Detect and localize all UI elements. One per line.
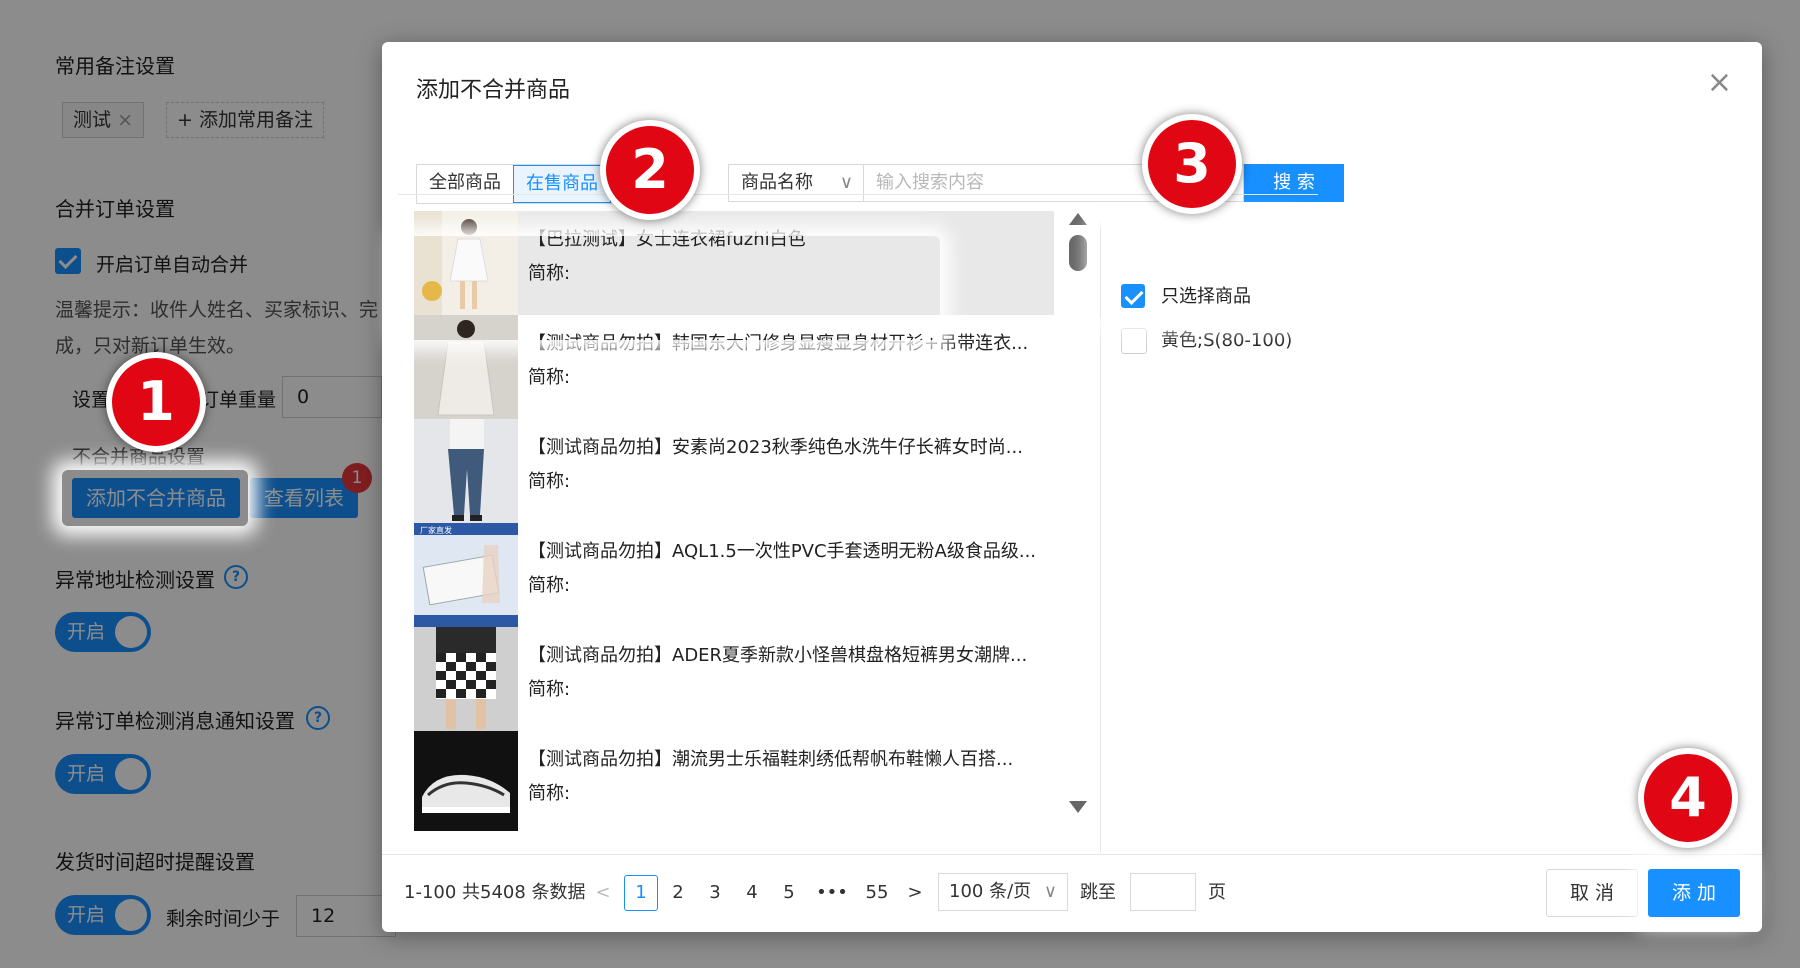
sku-label: 黄色;S(80-100) — [1161, 330, 1293, 351]
product-name: 【巴拉测试】女士连衣裙fuzhi白色 — [528, 229, 806, 250]
close-icon[interactable]: × — [1707, 68, 1732, 98]
product-row[interactable]: 【巴拉测试】女士连衣裙fuzhi白色 简称: — [414, 211, 1054, 315]
product-short-name: 简称: — [528, 471, 571, 492]
sku-checkbox-unchecked[interactable] — [1121, 328, 1147, 354]
page-1[interactable]: 1 — [624, 875, 658, 911]
product-list[interactable]: 【巴拉测试】女士连衣裙fuzhi白色 简称: 【测试商品勿拍】韩国东大门修身显瘦… — [414, 211, 1054, 831]
product-short-name: 简称: — [528, 679, 571, 700]
page-size-label: 100 条/页 — [949, 881, 1032, 902]
next-page-icon[interactable]: > — [898, 875, 932, 911]
product-name: 【测试商品勿拍】潮流男士乐福鞋刺绣低帮帆布鞋懒人百搭... — [528, 749, 1014, 770]
product-thumbnail — [414, 419, 518, 523]
product-thumbnail — [414, 627, 518, 731]
pagination-ellipsis[interactable]: ••• — [812, 875, 852, 911]
product-thumbnail — [414, 315, 518, 419]
product-short-name: 简称: — [528, 783, 571, 804]
page-2[interactable]: 2 — [661, 875, 695, 911]
sku-panel: 只选择商品 黄色;S(80-100) — [1100, 222, 1751, 852]
page-size-select[interactable]: 100 条/页 ∨ — [938, 873, 1068, 911]
scroll-up-arrow-icon[interactable] — [1069, 213, 1087, 225]
jump-page-input[interactable] — [1130, 873, 1196, 911]
thumb-banner-text: 厂家直发 — [420, 525, 452, 535]
scroll-down-arrow-icon[interactable] — [1069, 801, 1087, 813]
product-row[interactable]: 【测试商品勿拍】安素尚2023秋季纯色水洗牛仔长裤女时尚... 简称: — [414, 419, 1054, 523]
product-name: 【测试商品勿拍】安素尚2023秋季纯色水洗牛仔长裤女时尚... — [528, 437, 1023, 458]
cancel-button[interactable]: 取 消 — [1546, 869, 1638, 917]
product-row[interactable]: 【测试商品勿拍】潮流男士乐福鞋刺绣低帮帆布鞋懒人百搭... 简称: — [414, 731, 1054, 831]
product-name: 【测试商品勿拍】ADER夏季新款小怪兽棋盘格短裤男女潮牌... — [528, 645, 1028, 666]
page-last[interactable]: 55 — [860, 875, 894, 911]
product-short-name: 简称: — [528, 263, 571, 284]
product-short-name: 简称: — [528, 367, 571, 388]
pagination-summary: 1-100 共5408 条数据 — [404, 882, 586, 903]
product-thumbnail — [414, 211, 518, 315]
scrollbar-thumb[interactable] — [1069, 235, 1087, 271]
step-marker-4: 4 — [1638, 748, 1738, 848]
page-5[interactable]: 5 — [772, 875, 806, 911]
page-unit-label: 页 — [1208, 882, 1226, 903]
step-marker-2: 2 — [600, 120, 700, 220]
page-4[interactable]: 4 — [735, 875, 769, 911]
product-thumbnail: 厂家直发 — [414, 523, 518, 627]
search-type-label: 商品名称 — [741, 172, 813, 193]
product-row[interactable]: 【测试商品勿拍】韩国东大门修身显瘦显身材开衫+吊带连衣... 简称: — [414, 315, 1054, 419]
jump-label: 跳至 — [1080, 882, 1116, 903]
page-3[interactable]: 3 — [698, 875, 732, 911]
dialog-footer: 1-100 共5408 条数据 < 1 2 3 4 5 ••• 55 > 100… — [382, 854, 1762, 933]
add-button[interactable]: 添 加 — [1648, 869, 1740, 917]
product-list-scrollbar[interactable] — [1066, 213, 1088, 813]
product-short-name: 简称: — [528, 575, 571, 596]
sku-checkbox-checked[interactable] — [1121, 284, 1145, 308]
step-marker-1: 1 — [106, 352, 206, 452]
product-row[interactable]: 【测试商品勿拍】ADER夏季新款小怪兽棋盘格短裤男女潮牌... 简称: — [414, 627, 1054, 731]
product-name: 【测试商品勿拍】AQL1.5一次性PVC手套透明无粉A级食品级... — [528, 541, 1037, 562]
product-row[interactable]: 厂家直发 【测试商品勿拍】AQL1.5一次性PVC手套透明无粉A级食品级... … — [414, 523, 1054, 627]
step-marker-3: 3 — [1142, 114, 1242, 214]
product-name: 【测试商品勿拍】韩国东大门修身显瘦显身材开衫+吊带连衣... — [528, 333, 1029, 354]
prev-page-icon[interactable]: < — [586, 875, 620, 911]
sku-label: 只选择商品 — [1161, 286, 1251, 307]
product-thumbnail — [414, 731, 518, 831]
add-no-merge-dialog: 添加不合并商品 × 全部商品 在售商品 商品名称 ∨ 输入搜索内容 搜 索 【巴… — [382, 42, 1762, 932]
dialog-title: 添加不合并商品 — [416, 78, 571, 103]
chevron-down-icon: ∨ — [1043, 881, 1057, 902]
